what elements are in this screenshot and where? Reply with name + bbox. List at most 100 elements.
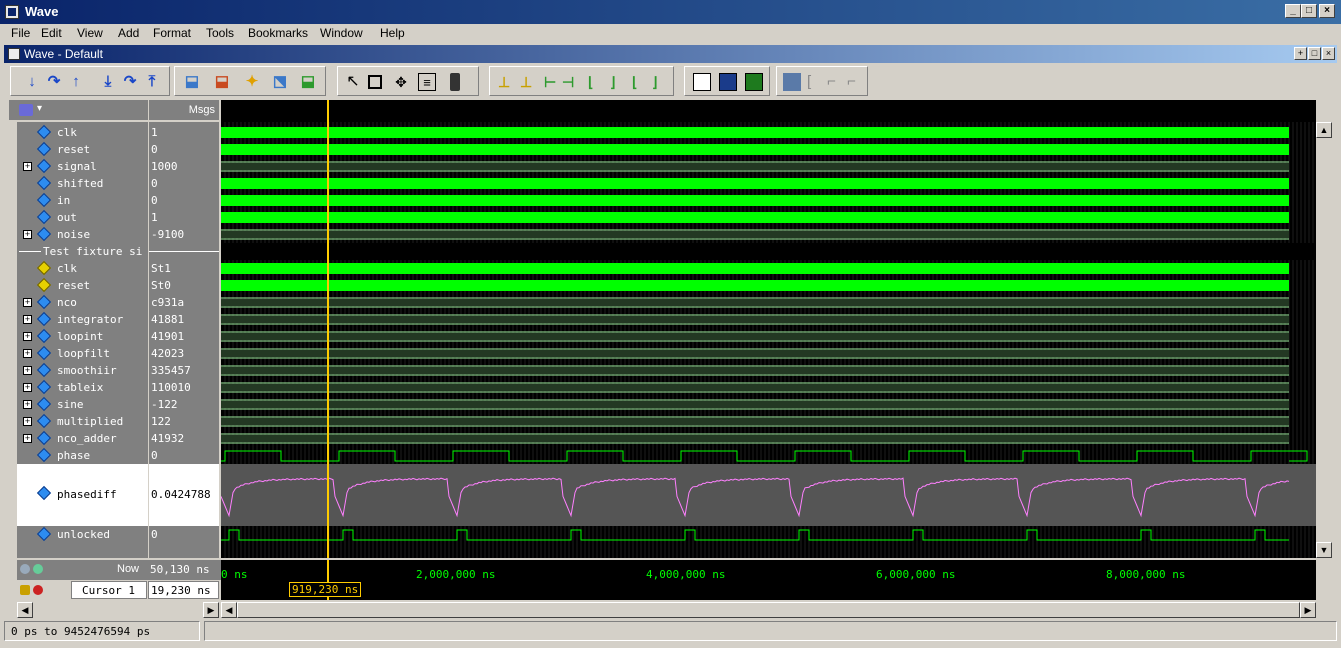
expand-icon[interactable]: + bbox=[23, 332, 32, 341]
format-menu-icon[interactable] bbox=[19, 104, 33, 116]
zoom-window-button[interactable]: □ bbox=[1308, 47, 1321, 60]
falling-edge-icon[interactable]: ⌊ bbox=[588, 73, 606, 91]
signal-name-row[interactable]: + signal bbox=[17, 158, 148, 175]
step-icon[interactable]: ↓ bbox=[23, 73, 41, 91]
find-prev-icon[interactable]: ⊢ bbox=[544, 73, 562, 91]
close-button[interactable]: × bbox=[1319, 4, 1335, 18]
expand-icon[interactable]: + bbox=[23, 400, 32, 409]
show-edge-icon[interactable]: ⌐ bbox=[847, 73, 865, 91]
signal-name-row[interactable]: + smoothiir bbox=[17, 362, 148, 379]
find-next-icon[interactable]: ⊣ bbox=[562, 73, 580, 91]
expand-icon[interactable]: + bbox=[23, 349, 32, 358]
delete-cursor-icon[interactable] bbox=[33, 585, 43, 595]
signal-name-row[interactable]: + loopfilt bbox=[17, 345, 148, 362]
transition-icon[interactable]: ⌋ bbox=[652, 73, 670, 91]
lock-cursor-icon[interactable] bbox=[20, 585, 30, 595]
expand-icon[interactable]: + bbox=[23, 298, 32, 307]
menu-bookmarks[interactable]: Bookmarks bbox=[248, 26, 308, 40]
signal-name-row[interactable]: clk bbox=[17, 124, 148, 141]
expand-icon[interactable]: + bbox=[23, 434, 32, 443]
signal-names-pane[interactable]: clk reset + signal shifted in out + noise Test fi… bbox=[17, 122, 148, 558]
step-up-icon[interactable]: ⤒ bbox=[143, 73, 161, 91]
signal-name-row[interactable]: + sine bbox=[17, 396, 148, 413]
white-bg-icon[interactable] bbox=[693, 73, 711, 91]
show-cursor-icon[interactable]: [ bbox=[807, 73, 825, 91]
wave-canvas[interactable] bbox=[221, 100, 1316, 558]
signal-name-row[interactable]: + noise bbox=[17, 226, 148, 243]
expand-icon[interactable]: + bbox=[23, 162, 32, 171]
undock-button[interactable]: + bbox=[1294, 47, 1307, 60]
step-out-icon[interactable]: ↑ bbox=[67, 73, 85, 91]
expand-icon[interactable]: + bbox=[23, 417, 32, 426]
signal-name-row[interactable]: phasediff bbox=[17, 464, 148, 526]
menu-window[interactable]: Window bbox=[320, 26, 363, 40]
wave-vertical-scrollbar[interactable]: ▲ ▼ bbox=[1316, 122, 1333, 558]
cursor-name-box[interactable]: Cursor 1 bbox=[71, 581, 147, 599]
edit-mode-icon[interactable]: ≡ bbox=[418, 73, 436, 91]
menu-format[interactable]: Format bbox=[153, 26, 191, 40]
scroll-right-arrow[interactable]: ▶ bbox=[1300, 602, 1316, 618]
signal-name-row[interactable]: clk bbox=[17, 260, 148, 277]
signal-name-row[interactable]: out bbox=[17, 209, 148, 226]
signal-name-row[interactable]: phase bbox=[17, 447, 148, 464]
signal-name-row[interactable]: + loopint bbox=[17, 328, 148, 345]
signal-name-row[interactable]: reset bbox=[17, 277, 148, 294]
blue-bg-icon[interactable] bbox=[719, 73, 737, 91]
show-grid-icon[interactable] bbox=[783, 73, 801, 91]
expand-icon[interactable]: + bbox=[23, 383, 32, 392]
menu-edit[interactable]: Edit bbox=[41, 26, 62, 40]
step-down-icon[interactable]: ⤓ bbox=[99, 73, 117, 91]
expand-icon[interactable]: + bbox=[23, 230, 32, 239]
signal-values-pane[interactable]: 1 0 1000 0 0 1 -9100 St1 St0 c931a 41881 41901 42023… bbox=[149, 122, 219, 558]
prev-edge-icon[interactable]: ⊥ bbox=[498, 73, 516, 91]
stoplight-icon[interactable] bbox=[450, 73, 460, 91]
rising-edge-icon[interactable]: ⌋ bbox=[610, 73, 628, 91]
remove-wave-icon[interactable]: ⬓ bbox=[213, 73, 231, 91]
scroll-up-arrow[interactable]: ▲ bbox=[1316, 122, 1332, 138]
time-ruler[interactable]: 0 ns 2,000,000 ns 4,000,000 ns 6,000,000 ns… bbox=[221, 560, 1316, 600]
menu-help[interactable]: Help bbox=[380, 26, 405, 40]
pan-mode-icon[interactable]: ✥ bbox=[392, 73, 410, 91]
expand-icon[interactable]: + bbox=[23, 315, 32, 324]
ungroup-icon[interactable]: ⬓ bbox=[299, 73, 317, 91]
menu-tools[interactable]: Tools bbox=[206, 26, 234, 40]
any-edge-icon[interactable]: ⌊ bbox=[632, 73, 650, 91]
green-bg-icon[interactable] bbox=[745, 73, 763, 91]
names-scroll-right-arrow[interactable]: ▶ bbox=[203, 602, 219, 618]
group-icon[interactable]: ⬔ bbox=[271, 73, 289, 91]
scroll-left-arrow[interactable]: ◀ bbox=[221, 602, 237, 618]
add-wave-icon[interactable]: ⬓ bbox=[183, 73, 201, 91]
step-over-all-icon[interactable]: ↷ bbox=[121, 73, 139, 91]
show-time-icon[interactable]: ⌐ bbox=[827, 73, 845, 91]
format-dropdown-icon[interactable]: ▾ bbox=[37, 103, 42, 114]
now-add-icon[interactable] bbox=[33, 564, 43, 574]
signal-name-row[interactable]: + integrator bbox=[17, 311, 148, 328]
menu-view[interactable]: View bbox=[77, 26, 103, 40]
names-scroll-left-arrow[interactable]: ◀ bbox=[17, 602, 33, 618]
signal-name-row[interactable]: + multiplied bbox=[17, 413, 148, 430]
wave-horizontal-scrollbar[interactable]: ◀ ▶ bbox=[221, 602, 1316, 618]
step-over-icon[interactable]: ↷ bbox=[45, 73, 63, 91]
cursor-value-box[interactable]: 19,230 ns bbox=[148, 581, 219, 599]
signal-name-row[interactable]: unlocked bbox=[17, 526, 148, 543]
maximize-button[interactable]: □ bbox=[1301, 4, 1317, 18]
cursor-marker-label[interactable]: 919,230 ns bbox=[289, 582, 362, 597]
signal-name-row[interactable]: reset bbox=[17, 141, 148, 158]
signal-name-row[interactable]: + tableix bbox=[17, 379, 148, 396]
group-row[interactable]: Test fixture si bbox=[17, 243, 148, 260]
minimize-button[interactable]: _ bbox=[1285, 4, 1301, 18]
next-edge-icon[interactable]: ⊥ bbox=[520, 73, 538, 91]
signal-name-row[interactable]: in bbox=[17, 192, 148, 209]
close-subwindow-button[interactable]: × bbox=[1322, 47, 1335, 60]
insert-divider-icon[interactable]: ✦ bbox=[243, 73, 261, 91]
select-mode-icon[interactable]: ↖ bbox=[344, 73, 362, 91]
zoom-mode-icon[interactable] bbox=[368, 75, 382, 89]
expand-icon[interactable]: + bbox=[23, 366, 32, 375]
wave-display[interactable] bbox=[221, 100, 1316, 558]
signal-name-row[interactable]: shifted bbox=[17, 175, 148, 192]
signal-name-row[interactable]: + nco_adder bbox=[17, 430, 148, 447]
names-hscroll[interactable]: ◀ ▶ bbox=[17, 602, 221, 618]
menu-file[interactable]: File bbox=[11, 26, 30, 40]
menu-add[interactable]: Add bbox=[118, 26, 139, 40]
scroll-thumb[interactable] bbox=[237, 602, 1300, 618]
